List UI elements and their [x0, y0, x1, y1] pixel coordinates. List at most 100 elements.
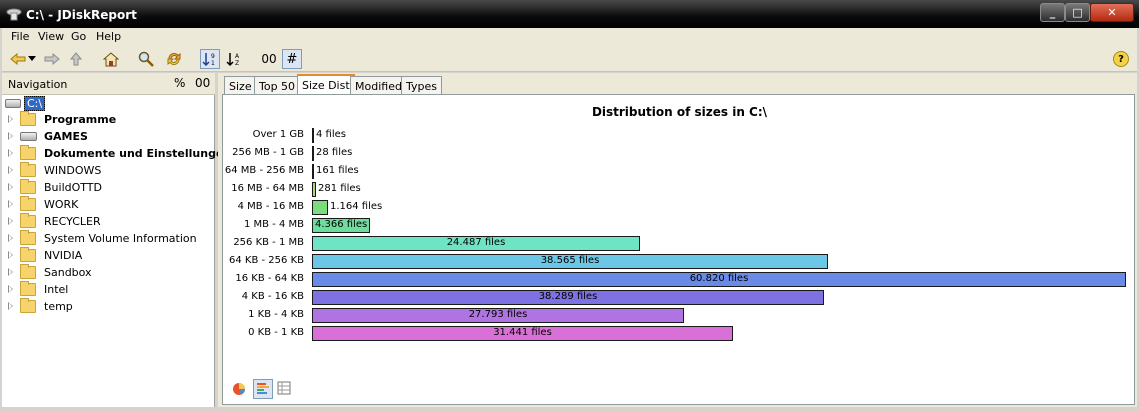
table-view-button[interactable] [275, 379, 295, 399]
refresh-button[interactable] [164, 49, 184, 69]
tree-item[interactable]: Intel [8, 281, 213, 298]
title-bar[interactable]: C:\ - JDiskReport _ □ ✕ [0, 0, 1139, 28]
category-label: 1 MB - 4 MB [243, 219, 304, 230]
distribution-bar[interactable] [312, 128, 314, 143]
back-history-button[interactable] [26, 49, 38, 69]
percent-toggle-button[interactable]: % [174, 76, 185, 90]
maximize-button[interactable]: □ [1065, 3, 1090, 22]
tree-item[interactable]: NVIDIA [8, 247, 213, 264]
expand-arrow-icon[interactable] [8, 285, 13, 293]
distribution-bar[interactable] [312, 146, 314, 161]
expand-arrow-icon[interactable] [8, 302, 13, 310]
show-number-button[interactable]: # [282, 49, 302, 69]
tree-item-label: RECYCLER [44, 215, 101, 228]
bar-value-label: 28 files [316, 147, 353, 158]
tree-item[interactable]: GAMES [8, 129, 213, 145]
folder-icon [20, 196, 36, 211]
back-button[interactable] [8, 49, 28, 69]
bar-value-label: 27.793 files [468, 309, 528, 320]
tree-item[interactable]: BuildOTTD [8, 179, 213, 196]
refresh-icon [167, 52, 181, 66]
category-label: 256 KB - 1 MB [233, 237, 304, 248]
sort-alpha-icon: AZ [226, 53, 240, 67]
tree-item-label: GAMES [44, 130, 88, 143]
bar-view-button[interactable] [253, 379, 273, 399]
tree-item-label: System Volume Information [44, 232, 197, 245]
home-button[interactable] [101, 49, 121, 69]
tree-item-label: BuildOTTD [44, 181, 102, 194]
tab-size-dist[interactable]: Size Dist [297, 74, 355, 95]
expand-arrow-icon[interactable] [8, 183, 13, 191]
folder-icon [20, 162, 36, 177]
tree-item[interactable]: WINDOWS [8, 162, 213, 179]
tab-types[interactable]: Types [401, 76, 442, 95]
search-button[interactable] [136, 49, 156, 69]
category-label: 256 MB - 1 GB [232, 147, 304, 158]
svg-text:9: 9 [211, 53, 215, 60]
menu-help[interactable]: Help [96, 30, 121, 43]
tab-modified[interactable]: Modified [350, 76, 407, 95]
folder-icon [20, 281, 36, 296]
expand-arrow-icon[interactable] [8, 217, 13, 225]
menu-bar: File View Go Help [2, 28, 1137, 46]
tree-item[interactable]: temp [8, 298, 213, 315]
tree-item-label: Sandbox [44, 266, 92, 279]
up-button[interactable] [66, 49, 86, 69]
show-count-button[interactable]: 00 [258, 49, 280, 69]
tree-item-label: NVIDIA [44, 249, 83, 262]
svg-text:A: A [235, 53, 240, 60]
tree-root-label: C:\ [24, 96, 46, 111]
bar-value-label: 60.820 files [689, 273, 749, 284]
back-arrow-icon [10, 53, 26, 65]
close-button[interactable]: ✕ [1090, 3, 1134, 22]
category-label: Over 1 GB [252, 129, 304, 140]
sort-numeric-icon: 91 [202, 53, 215, 67]
tree-item[interactable]: Sandbox [8, 264, 213, 281]
expand-arrow-icon[interactable] [8, 132, 13, 140]
tree-item[interactable]: WORK [8, 196, 213, 213]
expand-arrow-icon[interactable] [8, 200, 13, 208]
tree-item[interactable]: Dokumente und Einstellungen [8, 145, 231, 162]
category-label: 64 MB - 256 MB [224, 165, 304, 176]
category-label: 0 KB - 1 KB [248, 327, 304, 338]
sort-by-name-button[interactable]: AZ [224, 49, 244, 69]
forward-button[interactable] [42, 49, 62, 69]
folder-icon [20, 145, 36, 160]
expand-arrow-icon[interactable] [8, 268, 13, 276]
pie-view-button[interactable] [229, 379, 249, 399]
distribution-bar[interactable] [312, 182, 316, 197]
tab-size[interactable]: Size [224, 76, 257, 95]
expand-arrow-icon[interactable] [8, 115, 13, 123]
table-icon [277, 381, 291, 395]
chevron-down-icon [28, 56, 36, 61]
tree-item[interactable]: System Volume Information [8, 230, 213, 247]
window-title: C:\ - JDiskReport [26, 8, 137, 22]
count-toggle-button[interactable]: 00 [195, 76, 210, 90]
category-label: 4 MB - 16 MB [237, 201, 304, 212]
expand-arrow-icon[interactable] [8, 251, 13, 259]
tree-item-label: Programme [44, 113, 117, 126]
expand-arrow-icon[interactable] [8, 234, 13, 242]
folder-icon [20, 230, 36, 245]
bar-value-label: 38.289 files [538, 291, 598, 302]
menu-view[interactable]: View [38, 30, 64, 43]
distribution-bar[interactable] [312, 164, 314, 179]
distribution-bar[interactable] [312, 200, 328, 215]
tree-item[interactable]: Programme [8, 111, 213, 128]
chart-area: Distribution of sizes in C:\ Over 1 GB 4 … [222, 94, 1135, 405]
tab-top-50[interactable]: Top 50 [254, 76, 301, 95]
tree-item[interactable]: RECYCLER [8, 213, 213, 230]
sort-by-size-button[interactable]: 91 [200, 49, 220, 69]
home-icon [103, 51, 119, 66]
tree-item-label: WINDOWS [44, 164, 102, 177]
menu-file[interactable]: File [11, 30, 29, 43]
navigation-header: Navigation % 00 [2, 73, 215, 95]
expand-arrow-icon[interactable] [8, 166, 13, 174]
expand-arrow-icon[interactable] [8, 149, 13, 157]
category-label: 4 KB - 16 KB [241, 291, 304, 302]
folder-icon [20, 264, 36, 279]
help-icon[interactable]: ? [1113, 51, 1129, 67]
category-label: 16 MB - 64 MB [231, 183, 304, 194]
minimize-button[interactable]: _ [1040, 3, 1065, 22]
menu-go[interactable]: Go [71, 30, 86, 43]
